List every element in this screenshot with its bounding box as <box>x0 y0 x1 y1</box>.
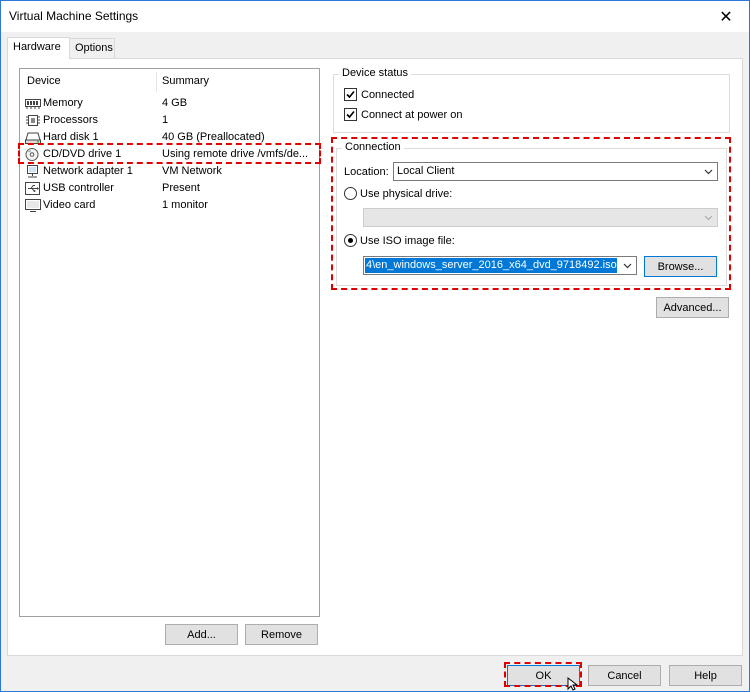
device-row-cd-dvd[interactable]: CD/DVD drive 1 Using remote drive /vmfs/… <box>20 146 317 163</box>
chevron-down-icon <box>704 169 713 175</box>
use-iso-image-radio[interactable] <box>344 234 357 247</box>
use-physical-drive-label[interactable]: Use physical drive: <box>360 188 452 200</box>
device-summary: Using remote drive /vmfs/de... <box>162 148 309 160</box>
device-name: Hard disk 1 <box>43 131 99 143</box>
mouse-cursor-icon <box>567 677 579 691</box>
connect-at-power-on-label[interactable]: Connect at power on <box>361 109 463 121</box>
device-status-group: Device status <box>333 67 730 133</box>
chevron-down-icon[interactable] <box>619 257 636 274</box>
connection-label: Connection <box>342 141 404 153</box>
location-label: Location: <box>344 166 389 178</box>
cancel-button[interactable]: Cancel <box>588 665 661 686</box>
device-summary: 40 GB (Preallocated) <box>162 131 265 143</box>
memory-icon <box>25 99 41 109</box>
column-header-device[interactable]: Device <box>27 75 61 91</box>
column-separator[interactable] <box>156 72 157 92</box>
device-summary: 1 <box>162 114 169 126</box>
title-bar[interactable]: Virtual Machine Settings ✕ <box>1 1 749 32</box>
iso-path-combobox[interactable]: 4\en_windows_server_2016_x64_dvd_9718492… <box>363 256 637 275</box>
remove-button[interactable]: Remove <box>245 624 318 645</box>
network-adapter-icon <box>27 165 38 178</box>
device-row-usb-controller[interactable]: USB controller Present <box>20 180 317 197</box>
device-name: Video card <box>43 199 96 211</box>
device-row-hard-disk[interactable]: Hard disk 1 40 GB (Preallocated) <box>20 129 317 146</box>
device-summary: VM Network <box>162 165 222 177</box>
usb-icon <box>25 182 40 195</box>
connected-checkbox[interactable] <box>344 88 357 101</box>
location-value: Local Client <box>397 165 455 177</box>
iso-path-value[interactable]: 4\en_windows_server_2016_x64_dvd_9718492… <box>365 258 617 273</box>
device-name: CD/DVD drive 1 <box>43 148 122 160</box>
processor-icon <box>26 115 40 126</box>
browse-button[interactable]: Browse... <box>644 256 717 277</box>
tab-options[interactable]: Options <box>69 38 115 58</box>
device-name: USB controller <box>43 182 114 194</box>
checkmark-icon <box>346 110 355 119</box>
window-title: Virtual Machine Settings <box>9 9 139 23</box>
connect-at-power-on-checkbox[interactable] <box>344 108 357 121</box>
monitor-icon <box>25 199 41 212</box>
device-row-processors[interactable]: Processors 1 <box>20 112 317 129</box>
radio-selected-dot <box>348 238 353 243</box>
tab-options-label: Options <box>75 42 113 54</box>
tab-hardware[interactable]: Hardware <box>7 37 70 59</box>
connected-label[interactable]: Connected <box>361 89 414 101</box>
chevron-down-icon <box>704 215 713 221</box>
location-dropdown[interactable]: Local Client <box>393 162 718 181</box>
cd-dvd-icon <box>25 148 39 161</box>
device-summary: 4 GB <box>162 97 188 109</box>
add-button[interactable]: Add... <box>165 624 238 645</box>
use-physical-drive-radio[interactable] <box>344 187 357 200</box>
advanced-button[interactable]: Advanced... <box>656 297 729 318</box>
device-status-label: Device status <box>339 67 412 79</box>
device-row-video-card[interactable]: Video card 1 monitor <box>20 197 317 214</box>
physical-drive-dropdown <box>363 208 718 227</box>
device-list[interactable]: Device Summary Memory 4 GB Processors 1 … <box>19 68 320 617</box>
column-header-summary[interactable]: Summary <box>162 75 209 91</box>
device-name: Memory <box>43 97 83 109</box>
device-row-memory[interactable]: Memory 4 GB <box>20 95 317 112</box>
hard-disk-icon <box>25 132 41 144</box>
help-button[interactable]: Help <box>669 665 742 686</box>
device-summary: Present <box>162 182 200 194</box>
use-iso-image-label[interactable]: Use ISO image file: <box>360 235 455 247</box>
close-icon[interactable]: ✕ <box>703 1 749 32</box>
checkmark-icon <box>346 90 355 99</box>
device-name: Processors <box>43 114 99 126</box>
device-row-network-adapter[interactable]: Network adapter 1 VM Network <box>20 163 317 180</box>
device-name: Network adapter 1 <box>43 165 133 177</box>
tab-hardware-label: Hardware <box>13 41 61 53</box>
device-summary: 1 monitor <box>162 199 208 211</box>
